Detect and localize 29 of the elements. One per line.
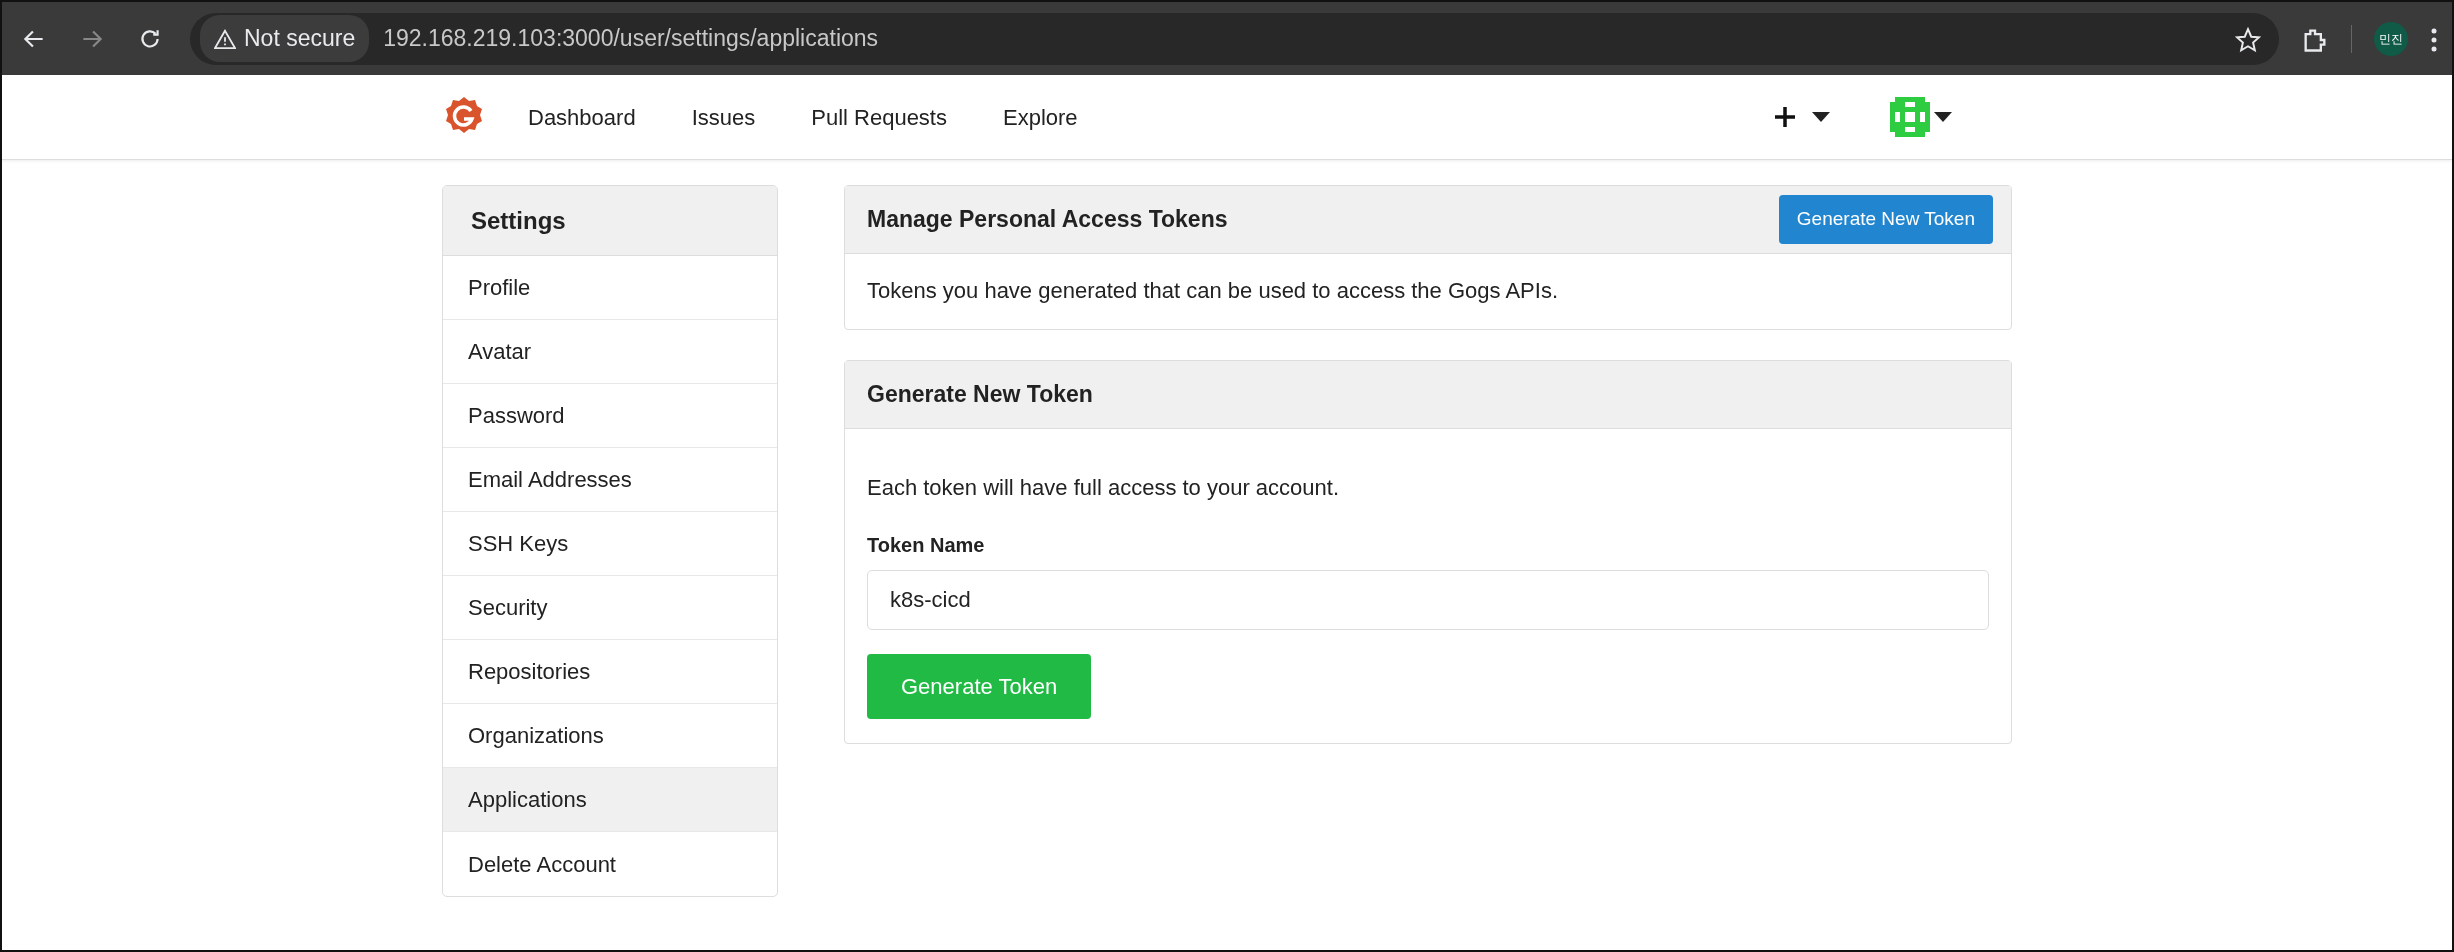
address-bar[interactable]: Not secure 192.168.219.103:3000/user/settings/applications	[190, 12, 2279, 65]
url-text: 192.168.219.103:3000/user/settings/applications	[383, 24, 879, 54]
caret-icon[interactable]	[1812, 112, 1830, 122]
menu-item[interactable]: Delete Account	[443, 832, 777, 896]
panel-title: Generate New Token	[845, 361, 2011, 429]
profile-avatar[interactable]: 민진	[2374, 21, 2408, 56]
caret-icon[interactable]	[1934, 112, 1952, 122]
menu-item[interactable]: Password	[443, 384, 777, 448]
token-name-field[interactable]: k8s-cicd	[867, 570, 1989, 630]
menu-item[interactable]: Repositories	[443, 640, 777, 704]
security-chip[interactable]: Not secure	[200, 15, 370, 62]
menu-item[interactable]: Avatar	[443, 320, 777, 384]
generate-new-token-button[interactable]: Generate New Token	[1778, 195, 1993, 244]
menu-item[interactable]: Email Addresses	[443, 448, 777, 512]
panel-description: Tokens you have generated that can be used to access the Gogs APIs.	[867, 278, 1558, 303]
nav-link[interactable]: Pull Requests	[783, 100, 975, 134]
warning-icon	[214, 28, 236, 49]
menu-item[interactable]: SSH Keys	[443, 512, 777, 576]
menu-item[interactable]: Applications	[443, 768, 777, 832]
nav-link[interactable]: Explore	[975, 100, 1106, 134]
menu-item[interactable]: Profile	[443, 256, 777, 320]
panel-description: Each token will have full access to your account.	[867, 474, 1340, 502]
menu-title: Settings	[443, 186, 777, 256]
plus-icon[interactable]	[1774, 106, 1796, 128]
menu-item[interactable]: Security	[443, 576, 777, 640]
field-label: Token Name	[867, 533, 985, 558]
panel-title: Manage Personal Access Tokens	[867, 205, 1228, 235]
nav-link[interactable]: Issues	[663, 100, 784, 134]
nav-link[interactable]: Dashboard	[500, 100, 664, 134]
